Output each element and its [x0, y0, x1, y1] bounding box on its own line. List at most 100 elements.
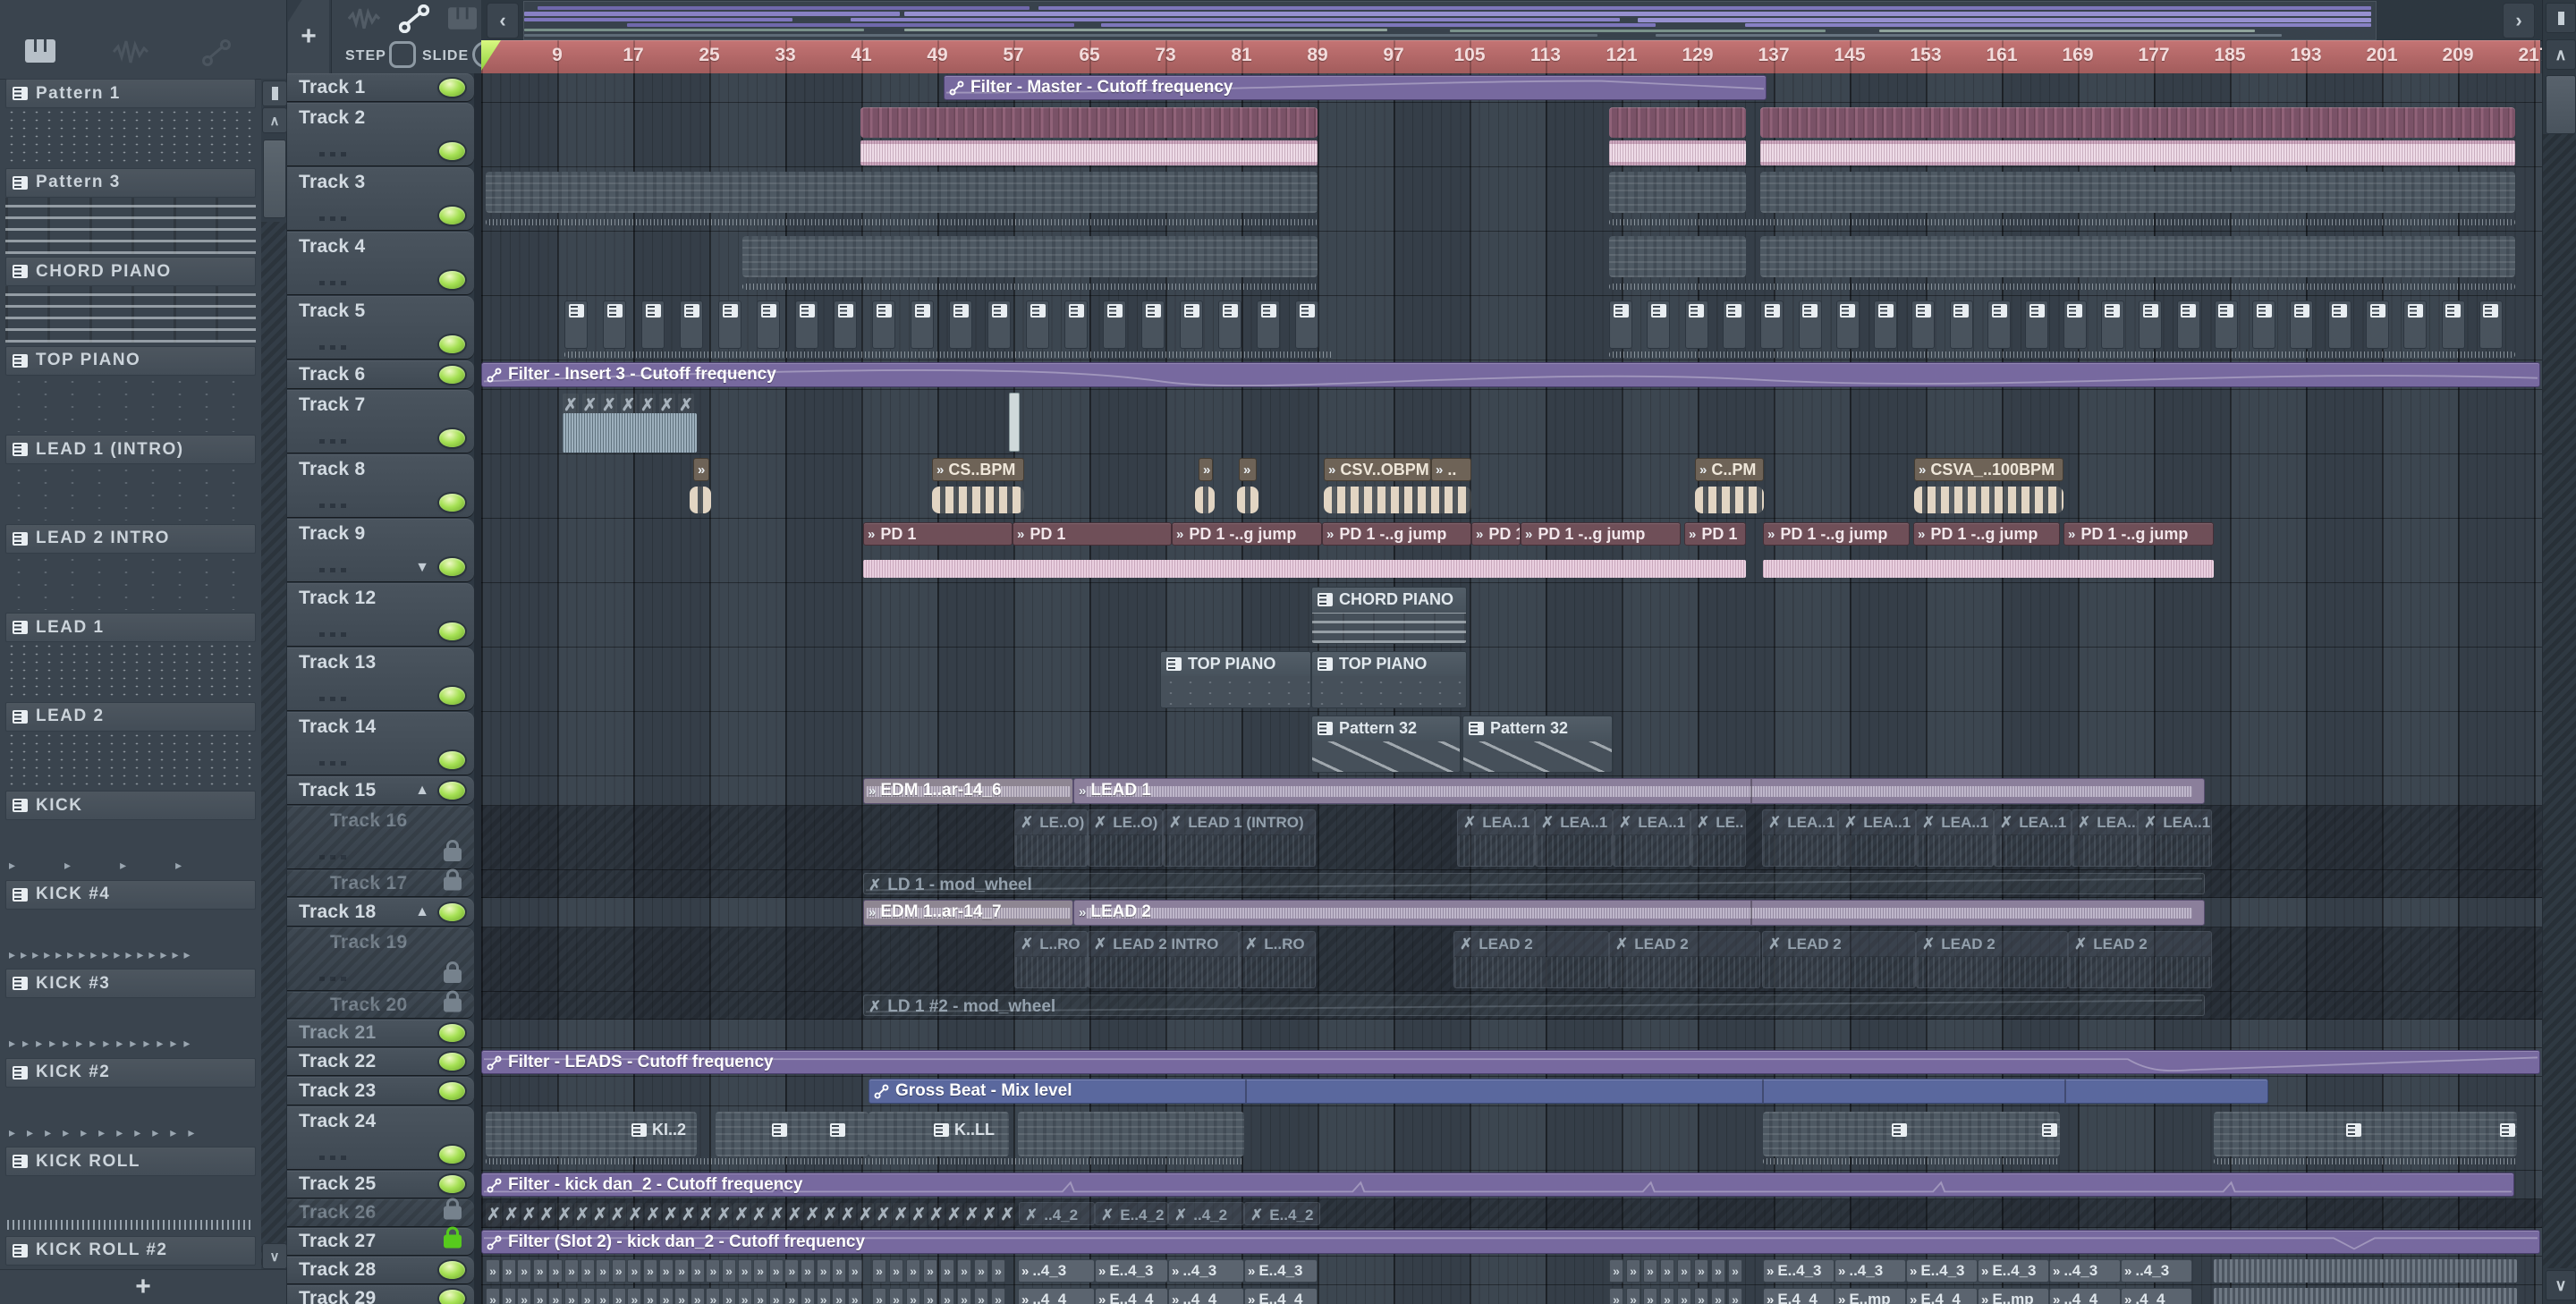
muted-mini-clip[interactable]: ✗	[804, 1203, 821, 1226]
mini-clip[interactable]	[1835, 301, 1860, 349]
mini-clip[interactable]	[2025, 301, 2049, 349]
audio-clip-e-4-4[interactable]: » E.4_4	[1763, 1288, 1835, 1304]
track-header-track-25[interactable]: Track 25	[287, 1171, 474, 1198]
automation-clip-filter-insert-3-cutoff-frequency[interactable]: Filter - Insert 3 - Cutoff frequency	[481, 362, 2540, 387]
audio-clip-pd-1-g-jump[interactable]: » PD 1 -..g jump	[1521, 522, 1681, 546]
playlist-grid[interactable]: Filter - Master - Cutoff frequency Filter…	[481, 73, 2542, 1304]
piano-roll-icon[interactable]	[25, 39, 55, 63]
audio-clip-edm-1-ar-14-6[interactable]: » EDM 1..ar-14_6	[863, 778, 1073, 804]
mini-clip[interactable]: »	[1660, 1288, 1674, 1304]
pattern-clip-pattern-32[interactable]: Pattern 32	[1311, 716, 1461, 773]
audio-clip-[interactable]: »..	[1431, 458, 1471, 481]
muted-pattern-clip-lead-2-intro[interactable]: ✗ LEAD 2 INTRO	[1088, 931, 1239, 988]
muted-mini-clip[interactable]: ✗	[875, 1203, 892, 1226]
mini-clip[interactable]: »	[532, 1288, 547, 1304]
muted-pattern-clip-le-o[interactable]: ✗ LE..O)	[1088, 809, 1163, 867]
mini-clip[interactable]: »	[889, 1259, 903, 1283]
pattern-clip-top-piano[interactable]: TOP PIANO	[1311, 651, 1467, 708]
mini-clip[interactable]	[718, 301, 741, 349]
muted-pattern-clip-lead-2[interactable]: ✗ LEAD 2	[1762, 931, 1916, 988]
audio-waveform[interactable]	[1914, 487, 2063, 513]
audio-waveform[interactable]	[1763, 560, 2214, 578]
mini-clip[interactable]: »	[801, 1259, 815, 1283]
mute-light[interactable]	[439, 494, 465, 512]
mute-light[interactable]	[439, 687, 465, 705]
mini-clip[interactable]: »	[658, 1288, 674, 1304]
audio-clip-pd-1[interactable]: »PD 1	[1684, 522, 1746, 546]
playhead-marker[interactable]	[481, 40, 501, 71]
mini-clip[interactable]: »	[1626, 1288, 1640, 1304]
mini-clip[interactable]	[1911, 301, 1936, 349]
lock-icon[interactable]	[444, 1198, 462, 1220]
tick-strip[interactable]	[1763, 1158, 2060, 1164]
audio-wave-icon[interactable]	[348, 7, 380, 30]
audio-clip-pd-1-g-jump[interactable]: » PD 1 -..g jump	[1763, 522, 1910, 546]
audio-clip-e-4-3[interactable]: » E..4_3	[1244, 1259, 1318, 1283]
pattern-item-chord-piano[interactable]: CHORD PIANO	[5, 257, 256, 344]
mute-light[interactable]	[439, 78, 465, 97]
mini-clip[interactable]: »	[517, 1288, 532, 1304]
mute-light[interactable]	[439, 1290, 465, 1304]
pattern-list-scrollbar[interactable]: ∧ ∨	[261, 79, 287, 1270]
mini-clip[interactable]: »	[832, 1288, 847, 1304]
mini-clip[interactable]	[911, 301, 934, 349]
muted-automation-clip-ld-1-mod-wheel[interactable]: ✗ LD 1 - mod_wheel	[863, 873, 2205, 894]
mini-clip[interactable]	[2403, 301, 2428, 349]
tick-strip[interactable]	[1609, 219, 2515, 225]
mini-clip[interactable]	[872, 301, 895, 349]
mini-clip[interactable]: »	[611, 1259, 626, 1283]
muted-mini-clip[interactable]: ✗	[680, 1203, 697, 1226]
mini-clip[interactable]: »	[722, 1259, 736, 1283]
audio-clip-pd-1-g-jump[interactable]: » PD 1 -..g jump	[1172, 522, 1322, 546]
piano-roll-icon[interactable]	[448, 7, 477, 30]
timeline-ruler[interactable]: 9 17 25 33 41 49 57 65 73 81 89 97 105 113 121 129 137 14…	[481, 40, 2550, 73]
mini-clip[interactable]: »	[1677, 1259, 1691, 1283]
mini-clip[interactable]: »	[580, 1259, 595, 1283]
pattern-clip-label[interactable]	[772, 1117, 787, 1142]
muted-pattern-clip-lea-1[interactable]: ✗LEA..1	[2072, 809, 2138, 867]
mini-clip[interactable]	[2063, 301, 2087, 349]
mute-light[interactable]	[439, 902, 465, 921]
audio-clip[interactable]: »	[693, 458, 709, 481]
collapse-down-icon[interactable]: ▼	[415, 560, 429, 576]
playlist-lane-track-7[interactable]	[481, 390, 2542, 454]
automation-link-icon[interactable]	[202, 39, 231, 66]
scroll-down-icon[interactable]: ∨	[2546, 1270, 2576, 1300]
track-header-track-24[interactable]: Track 24	[287, 1106, 474, 1169]
muted-mini-clip[interactable]: ✗	[893, 1203, 910, 1226]
mute-light[interactable]	[439, 142, 465, 160]
mini-clip[interactable]: »	[737, 1259, 752, 1283]
muted-pattern-clip-lea-1[interactable]: ✗LEA..1	[1535, 809, 1613, 867]
add-arrangement-tab[interactable]: +	[288, 0, 329, 73]
lock-icon[interactable]	[444, 1226, 462, 1249]
tick-strip[interactable]	[486, 1158, 1244, 1164]
mini-clip[interactable]	[2366, 301, 2389, 349]
mini-clip[interactable]: »	[957, 1288, 971, 1304]
muted-mini-clip[interactable]: ✗	[822, 1203, 839, 1226]
mini-clip[interactable]: »	[816, 1288, 831, 1304]
muted-pattern-clip-le[interactable]: ✗ LE..	[1690, 809, 1746, 867]
mini-clip[interactable]	[603, 301, 626, 349]
audio-clip-pd-1[interactable]: »PD 1	[1471, 522, 1521, 546]
audio-clip-4-3[interactable]: » ..4_3	[1018, 1259, 1095, 1283]
automation-clip-filter-leads-cutoff-frequency[interactable]: Filter - LEADS - Cutoff frequency	[481, 1050, 2540, 1074]
mini-clip[interactable]: »	[564, 1259, 579, 1283]
track-header-track-4[interactable]: Track 4	[287, 232, 474, 294]
mini-clip[interactable]: »	[974, 1288, 988, 1304]
mute-light[interactable]	[439, 271, 465, 289]
collapse-up-icon[interactable]: ▲	[415, 904, 429, 920]
mini-clip[interactable]: »	[832, 1259, 847, 1283]
pattern-blocks[interactable]	[1609, 107, 1746, 138]
muted-mini-clip[interactable]: ✗	[645, 1203, 662, 1226]
pattern-item-top-piano[interactable]: TOP PIANO	[5, 345, 256, 434]
mini-clip[interactable]: »	[991, 1259, 1005, 1283]
mini-clip[interactable]: »	[501, 1288, 516, 1304]
automation-clip-filter-master-cutoff-frequency[interactable]: Filter - Master - Cutoff frequency	[944, 75, 1767, 100]
track-header-track-16[interactable]: Track 16	[287, 806, 474, 868]
audio-clip-pd-1-g-jump[interactable]: » PD 1 -..g jump	[1913, 522, 2060, 546]
track-header-track-5[interactable]: Track 5	[287, 296, 474, 359]
mini-clip[interactable]: »	[1694, 1288, 1708, 1304]
mini-clip[interactable]	[2441, 301, 2465, 349]
muted-pattern-clip-lea-1[interactable]: ✗LEA..1	[2138, 809, 2212, 867]
playlist-lane-track-12[interactable]	[481, 583, 2542, 648]
